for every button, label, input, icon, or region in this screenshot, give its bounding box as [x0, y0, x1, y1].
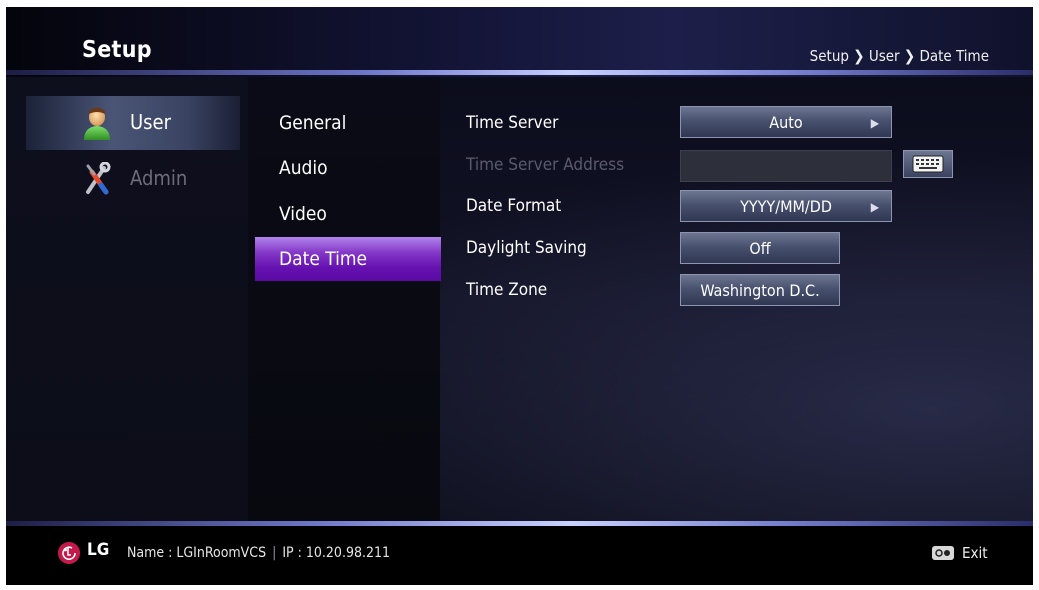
- submenu-item-date-time[interactable]: Date Time: [255, 237, 441, 281]
- time-zone-value: Washington D.C.: [700, 281, 820, 300]
- footer-bar: LG Name : LGInRoomVCS | IP : 10.20.98.211 …: [6, 526, 1033, 585]
- lg-logo-icon: [58, 542, 80, 564]
- submenu-item-video[interactable]: Video: [255, 192, 441, 236]
- submenu-label: General: [279, 112, 347, 134]
- submenu-item-general[interactable]: General: [255, 101, 441, 145]
- device-ip: IP : 10.20.98.211: [282, 545, 390, 561]
- exit-button[interactable]: Exit: [962, 544, 988, 562]
- chevron-right-icon: ▶: [870, 116, 879, 130]
- daylight-saving-value: Off: [749, 239, 771, 258]
- time-server-address-label: Time Server Address: [466, 155, 625, 175]
- daylight-saving-toggle[interactable]: Off: [680, 232, 840, 264]
- time-server-value: Auto: [769, 113, 803, 132]
- remote-exit-icon: [932, 546, 954, 560]
- header-bar: Setup Setup ❯ User ❯ Date Time: [6, 7, 1033, 77]
- user-icon: [84, 107, 110, 140]
- submenu-label: Audio: [279, 157, 328, 179]
- time-zone-label: Time Zone: [466, 280, 548, 300]
- submenu-label: Date Time: [279, 248, 368, 270]
- time-zone-selector[interactable]: Washington D.C.: [680, 274, 840, 306]
- brand-text: LG: [87, 540, 110, 560]
- daylight-saving-label: Daylight Saving: [466, 238, 587, 258]
- date-format-value: YYYY/MM/DD: [740, 197, 832, 216]
- keyboard-icon: [912, 155, 944, 173]
- category-item-user[interactable]: User: [26, 96, 240, 150]
- tools-icon: [86, 162, 111, 195]
- status-separator: |: [272, 545, 277, 561]
- date-format-selector[interactable]: YYYY/MM/DD ▶: [680, 190, 892, 222]
- category-item-admin[interactable]: Admin: [26, 152, 240, 206]
- device-name: Name : LGInRoomVCS: [127, 545, 267, 561]
- breadcrumb: Setup ❯ User ❯ Date Time: [809, 47, 989, 65]
- submenu-label: Video: [279, 203, 327, 225]
- header-divider: [6, 70, 1033, 75]
- submenu-item-audio[interactable]: Audio: [255, 146, 441, 190]
- device-status: Name : LGInRoomVCS | IP : 10.20.98.211: [127, 545, 390, 561]
- date-format-label: Date Format: [466, 196, 562, 216]
- keyboard-button[interactable]: [903, 150, 953, 178]
- time-server-address-field: [680, 150, 892, 182]
- time-server-selector[interactable]: Auto ▶: [680, 106, 892, 138]
- category-label: User: [130, 110, 172, 134]
- setup-screen: Setup Setup ❯ User ❯ Date Time User Admi…: [6, 7, 1033, 585]
- chevron-right-icon: ▶: [870, 200, 879, 214]
- page-title: Setup: [82, 37, 152, 63]
- category-label: Admin: [130, 166, 188, 190]
- time-server-label: Time Server: [466, 113, 559, 133]
